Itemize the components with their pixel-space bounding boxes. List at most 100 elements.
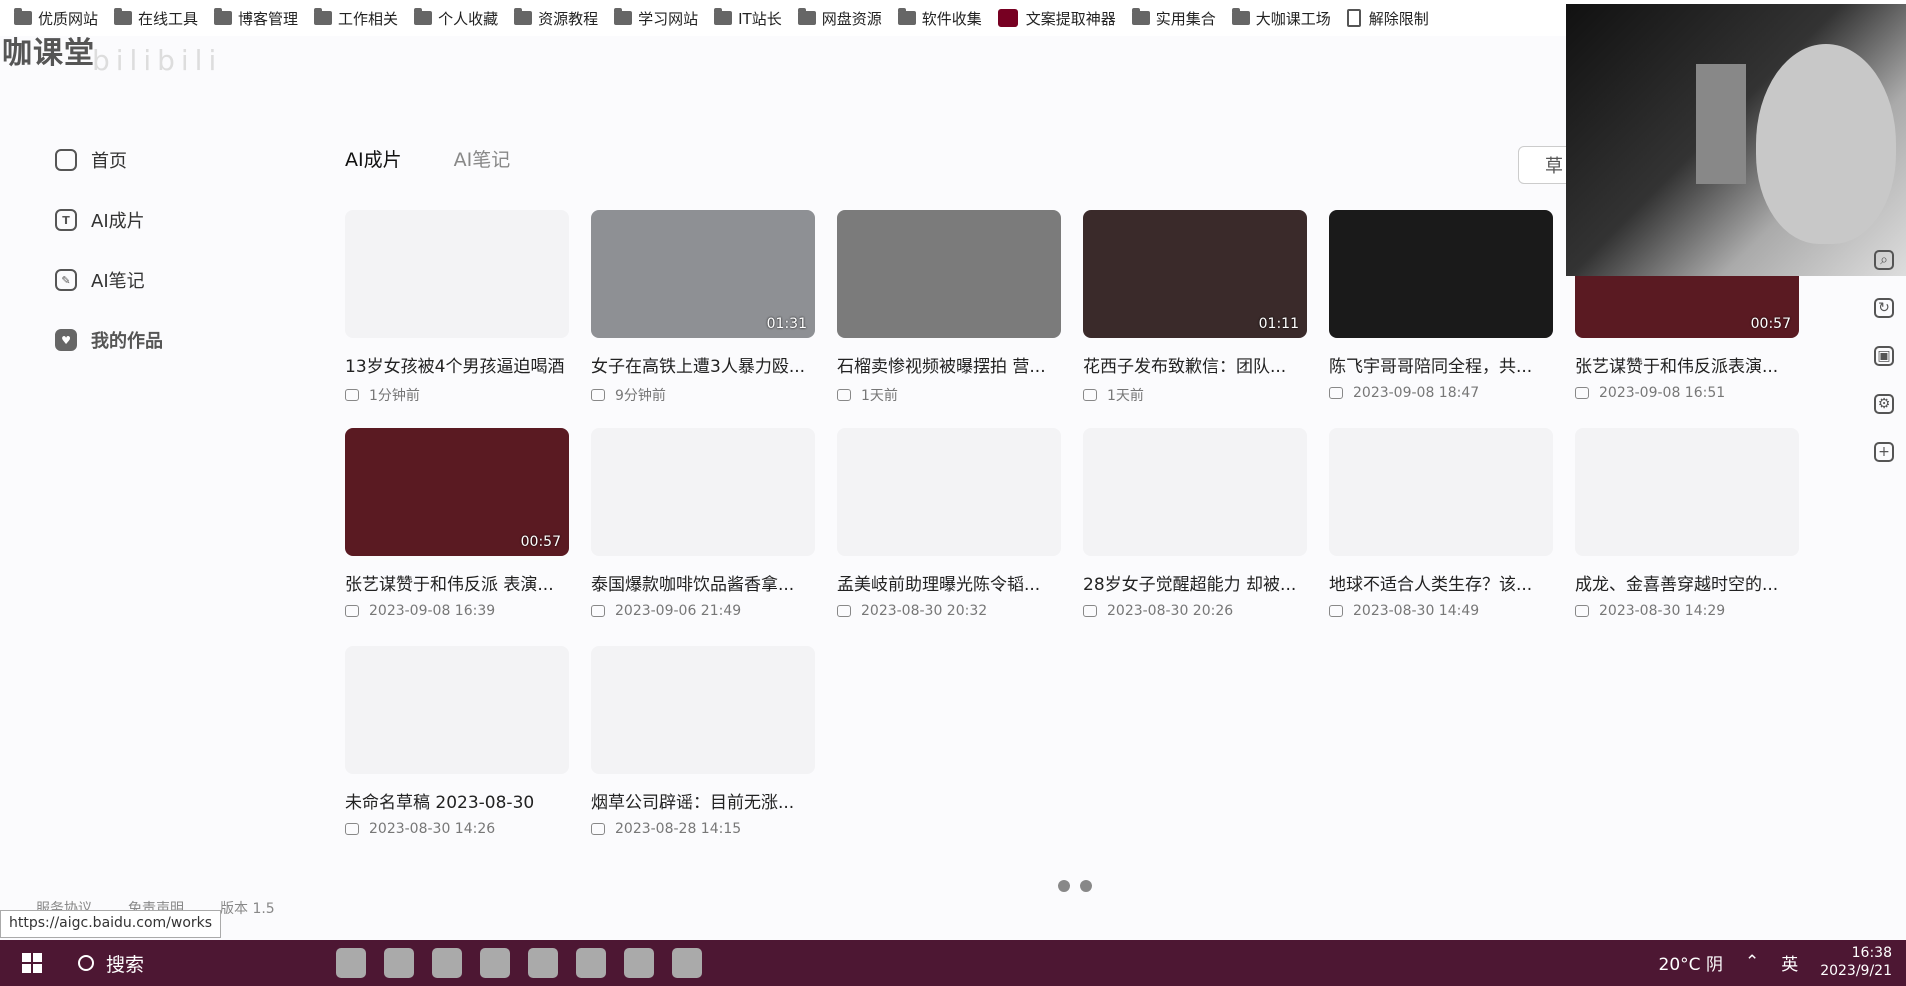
bookmark-item[interactable]: 个人收藏 [414,8,498,29]
app-icon[interactable] [384,948,414,978]
sidebar-item-0[interactable]: 首页 [55,130,163,190]
work-time: 2023-08-30 20:32 [861,603,988,619]
app-icon[interactable] [528,948,558,978]
pagination [1058,880,1092,892]
clock[interactable]: 16:38 2023/9/21 [1820,944,1892,980]
search-icon[interactable]: ⌕ [1874,250,1894,270]
work-title[interactable]: 石榴卖惨视频被曝摆拍 营... [837,352,1061,377]
tab-ai-notes[interactable]: AI笔记 [454,145,511,172]
folder-icon [797,8,816,25]
video-thumbnail[interactable] [837,428,1061,556]
bookmark-item[interactable]: 解除限制 [1346,8,1429,29]
weather[interactable]: 20°C 阴 [1659,950,1723,975]
work-title[interactable]: 烟草公司辟谣：目前无涨... [591,788,815,813]
work-card[interactable]: 地球不适合人类生存？该... 2023-08-30 14:49 [1329,428,1553,620]
bookmark-label: 个人收藏 [438,9,499,28]
work-title[interactable]: 孟美岐前助理曝光陈令韬... [837,570,1061,595]
settings-icon[interactable]: ⚙ [1874,394,1894,414]
app-icon[interactable] [576,948,606,978]
sidebar-item-3[interactable]: ♥ 我的作品 [55,310,163,370]
bookmark-item[interactable]: 软件收集 [897,8,982,29]
work-card[interactable]: 泰国爆款咖啡饮品酱香拿... 2023-09-06 21:49 [591,428,815,620]
folder-icon [997,9,1018,27]
work-title[interactable]: 花西子发布致歉信：团队... [1083,352,1307,377]
bookmark-item[interactable]: 在线工具 [114,8,198,29]
video-thumbnail[interactable] [1329,210,1553,338]
plus-icon[interactable]: + [1874,442,1894,462]
video-icon [1083,605,1097,617]
taskbar-search[interactable]: 搜索 [78,950,144,977]
work-meta: 2023-09-06 21:49 [591,603,815,619]
video-thumbnail[interactable] [591,646,815,774]
windows-start-icon[interactable] [22,953,42,973]
bookmark-label: 实用集合 [1155,9,1216,28]
video-thumbnail[interactable] [1329,428,1553,556]
work-card[interactable]: 01:11 花西子发布致歉信：团队... 1天前 [1083,210,1307,404]
work-card[interactable]: 石榴卖惨视频被曝摆拍 营... 1天前 [837,210,1061,405]
bookmark-item[interactable]: 大咖课工场 [1231,8,1331,29]
work-title[interactable]: 泰国爆款咖啡饮品酱香拿... [591,570,815,595]
work-card[interactable]: 孟美岐前助理曝光陈令韬... 2023-08-30 20:32 [837,428,1061,620]
app-icon[interactable] [336,948,366,978]
app-icon[interactable] [480,948,510,978]
video-thumbnail[interactable]: 01:11 [1083,210,1307,338]
work-title[interactable]: 未命名草稿 2023-08-30 [345,788,569,813]
work-title[interactable]: 28岁女子觉醒超能力 却被... [1083,570,1307,595]
work-card[interactable]: 28岁女子觉醒超能力 却被... 2023-08-30 20:26 [1083,428,1307,620]
bookmark-label: 文案提取神器 [1025,9,1116,28]
work-title[interactable]: 地球不适合人类生存？该... [1329,570,1553,595]
work-card[interactable]: 01:31 女子在高铁上遭3人暴力殴... 9分钟前 [591,210,815,404]
work-title[interactable]: 陈飞宇哥哥陪同全程，共... [1329,352,1553,377]
gamepad-icon[interactable]: ▣ [1874,346,1894,366]
work-card[interactable]: 烟草公司辟谣：目前无涨... 2023-08-28 14:15 [591,646,815,838]
video-thumbnail[interactable] [837,210,1061,338]
work-card[interactable]: 陈飞宇哥哥陪同全程，共... 2023-09-08 18:47 [1329,210,1553,402]
browser-icon[interactable] [432,948,462,978]
work-card[interactable]: 00:57 张艺谋赞于和伟反派 表演... 2023-09-08 16:39 [345,428,569,620]
video-thumbnail[interactable] [345,646,569,774]
sidebar-item-2[interactable]: ✎ AI笔记 [55,250,163,310]
folder-icon [1231,8,1250,25]
work-meta: 1天前 [837,385,1061,405]
ime-indicator[interactable]: 英 [1781,950,1798,975]
work-meta: 2023-08-28 14:15 [591,821,815,837]
work-meta: 2023-08-30 14:26 [345,821,569,837]
work-title[interactable]: 成龙、金喜善穿越时空的... [1575,570,1799,595]
video-icon [837,605,851,617]
app-icon[interactable] [672,948,702,978]
bookmark-item[interactable]: 博客管理 [214,8,298,29]
sidebar-item-label: AI成片 [91,211,145,232]
tab-ai-video[interactable]: AI成片 [345,145,402,172]
page-dot[interactable] [1058,880,1070,892]
page-dot[interactable] [1080,880,1092,892]
bookmark-label: 大咖课工场 [1255,9,1331,28]
work-title[interactable]: 张艺谋赞于和伟反派 表演... [345,570,569,595]
video-thumbnail[interactable] [1083,428,1307,556]
bookmark-item[interactable]: IT站长 [714,8,782,29]
bookmark-item[interactable]: 资源教程 [514,8,598,29]
video-thumbnail[interactable]: 01:31 [591,210,815,338]
bookmark-item[interactable]: 实用集合 [1131,8,1216,29]
refresh-icon[interactable]: ↻ [1874,298,1894,318]
bookmark-item[interactable]: 优质网站 [14,8,98,29]
bookmark-item[interactable]: 网盘资源 [797,8,882,29]
bookmark-item[interactable]: 文案提取神器 [997,8,1116,29]
bookmark-label: 资源教程 [538,9,599,28]
work-card[interactable]: 成龙、金喜善穿越时空的... 2023-08-30 14:29 [1575,428,1799,620]
folder-icon[interactable] [624,948,654,978]
video-thumbnail[interactable]: 00:57 [345,428,569,556]
bookmark-item[interactable]: 学习网站 [614,8,698,29]
work-title[interactable]: 张艺谋赞于和伟反派表演... [1575,352,1799,377]
bookmark-item[interactable]: 工作相关 [314,8,398,29]
sidebar-item-1[interactable]: T AI成片 [55,190,163,250]
work-title[interactable]: 13岁女孩被4个男孩逼迫喝酒 [345,352,569,377]
bookmark-label: 优质网站 [38,9,99,28]
work-card[interactable]: 未命名草稿 2023-08-30 2023-08-30 14:26 [345,646,569,838]
work-card[interactable]: 13岁女孩被4个男孩逼迫喝酒 1分钟前 [345,210,569,404]
work-title[interactable]: 女子在高铁上遭3人暴力殴... [591,352,815,377]
video-thumbnail[interactable] [345,210,569,338]
video-thumbnail[interactable] [1575,428,1799,556]
bookmark-label: 在线工具 [138,9,199,28]
video-thumbnail[interactable] [591,428,815,556]
chevron-up-icon[interactable]: ⌃ [1745,952,1759,972]
